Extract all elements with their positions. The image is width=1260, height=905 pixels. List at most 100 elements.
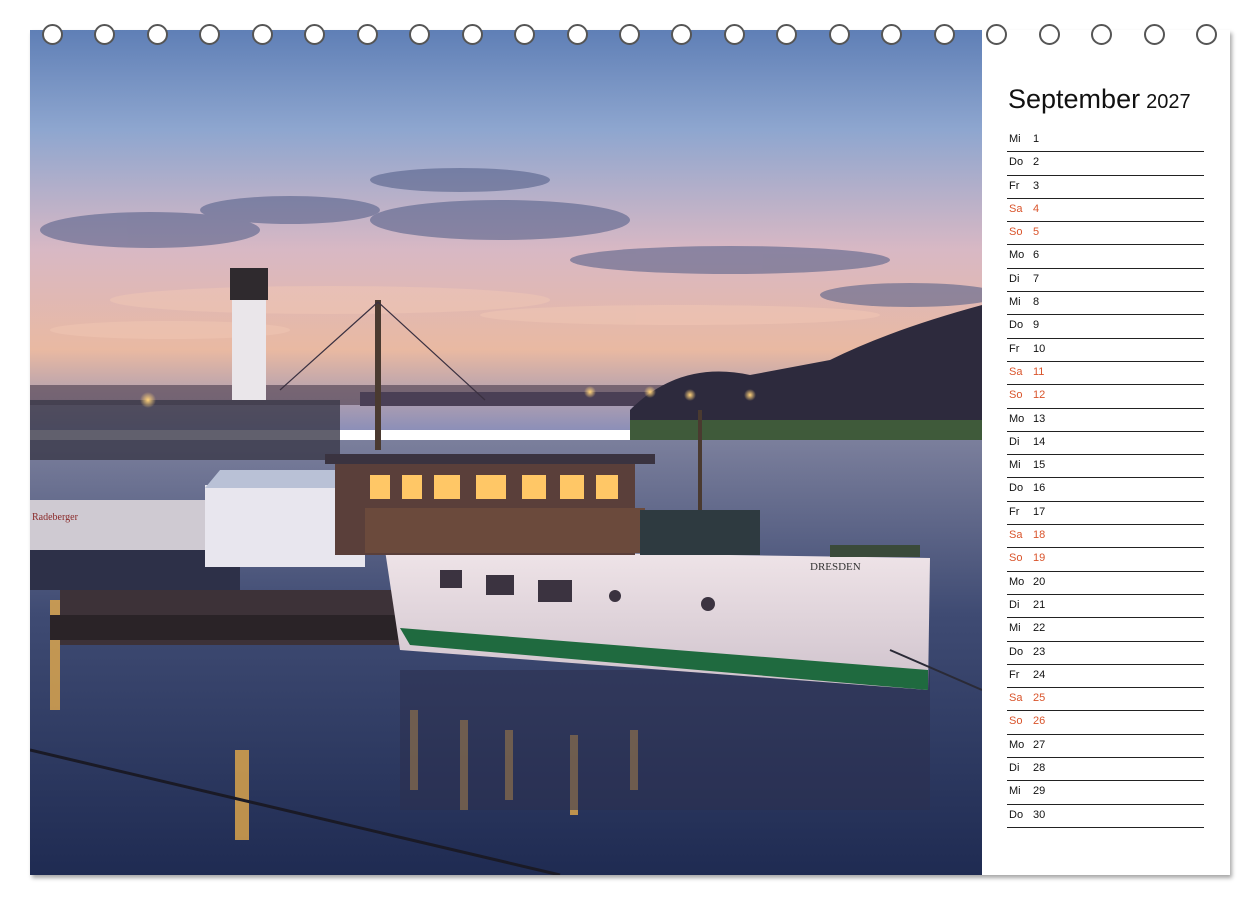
day-row: So 5	[1007, 222, 1204, 246]
binding-ring-icon	[409, 24, 431, 45]
ship-name-text: DRESDEN	[810, 561, 861, 573]
binding-ring-icon	[723, 24, 745, 45]
weekday-label: Do	[1009, 482, 1024, 495]
day-row: So 12	[1007, 385, 1204, 409]
day-row: Mo 13	[1007, 409, 1204, 432]
weekday-label: Do	[1009, 645, 1024, 658]
day-row: Do 30	[1007, 805, 1204, 828]
day-row: Fr 3	[1007, 176, 1204, 199]
binding-ring-icon	[304, 24, 326, 45]
binding-ring-icon	[1196, 24, 1217, 45]
day-number: 7	[1033, 272, 1040, 285]
month-name: September	[1008, 84, 1141, 114]
binding-ring-icon	[514, 24, 536, 45]
weekday-label: Mo	[1009, 249, 1025, 262]
day-number: 6	[1033, 249, 1040, 262]
radeberger-sign-text: Radeberger	[32, 512, 79, 523]
day-number: 20	[1033, 575, 1046, 588]
weekday-label: Mi	[1009, 459, 1021, 472]
day-row: Fr 17	[1007, 502, 1204, 526]
month-title: September 2027	[1008, 84, 1191, 115]
weekday-label: So	[1009, 715, 1023, 728]
day-number: 27	[1033, 738, 1046, 751]
day-row: Mi 8	[1007, 292, 1204, 316]
weekday-label: Fr	[1009, 668, 1020, 681]
day-row: Do 9	[1007, 315, 1204, 339]
day-row: Mi 29	[1007, 781, 1204, 805]
weekday-label: Fr	[1009, 342, 1020, 355]
day-row: Sa 11	[1007, 362, 1204, 386]
day-row: Mo 27	[1007, 735, 1204, 759]
day-number: 3	[1033, 179, 1040, 192]
binding-ring-icon	[776, 24, 798, 45]
day-row: Di 14	[1007, 432, 1204, 456]
binding-ring-icon	[1038, 24, 1060, 45]
day-row: Mi 22	[1007, 618, 1204, 642]
day-number: 16	[1033, 482, 1046, 495]
day-row: Do 23	[1007, 642, 1204, 665]
day-number: 12	[1033, 389, 1046, 402]
binding-ring-icon	[146, 24, 168, 45]
binding-ring-icon	[251, 24, 273, 45]
year-label: 2027	[1146, 91, 1191, 113]
weekday-label: Sa	[1009, 365, 1023, 378]
day-row: Mo 20	[1007, 572, 1204, 595]
day-row: So 19	[1007, 548, 1204, 572]
binding-ring-icon	[881, 24, 903, 45]
binding-ring-icon	[1091, 24, 1113, 45]
day-row: Fr 10	[1007, 339, 1204, 362]
weekday-label: Fr	[1009, 505, 1020, 518]
day-row: Mo 6	[1007, 245, 1204, 269]
weekday-label: Di	[1009, 272, 1020, 285]
day-number: 21	[1033, 598, 1046, 611]
day-number: 25	[1033, 692, 1046, 705]
weekday-label: Sa	[1009, 529, 1023, 542]
day-number: 1	[1033, 133, 1040, 145]
weekday-label: Mi	[1009, 133, 1021, 145]
day-number: 17	[1033, 505, 1046, 518]
day-number: 15	[1033, 459, 1046, 472]
day-number: 13	[1033, 412, 1046, 425]
weekday-label: Di	[1009, 762, 1020, 775]
day-number: 10	[1033, 342, 1046, 355]
day-number: 4	[1033, 202, 1040, 215]
weekday-label: Sa	[1009, 692, 1023, 705]
day-row: Mi 1	[1007, 129, 1204, 153]
weekday-label: Do	[1009, 808, 1024, 821]
day-row: Di 7	[1007, 269, 1204, 293]
binding-ring-icon	[619, 24, 640, 45]
day-row: Sa 18	[1007, 525, 1204, 549]
binding-ring-icon	[671, 24, 693, 45]
binding-ring-icon	[986, 24, 1008, 45]
day-number: 2	[1033, 156, 1040, 169]
weekday-label: Mo	[1009, 412, 1025, 425]
binding-ring-icon	[199, 24, 221, 45]
day-number: 28	[1033, 762, 1046, 775]
binding-ring-icon	[933, 24, 955, 45]
binding-ring-icon	[1143, 24, 1165, 45]
day-row: Sa 4	[1007, 199, 1204, 223]
day-row: Mi 15	[1007, 455, 1204, 479]
day-number: 18	[1033, 529, 1046, 542]
day-row: Do 2	[1007, 152, 1204, 176]
day-number: 14	[1033, 435, 1046, 448]
day-number: 22	[1033, 622, 1046, 635]
day-row: Fr 24	[1007, 665, 1204, 689]
day-number: 11	[1033, 365, 1045, 378]
day-number: 24	[1033, 668, 1046, 681]
day-list: Mi 1 Do 2 Fr 3 Sa 4 So 5 Mo 6 Di 7 Mi 8 Do 9 Fr 10 Sa 11 So 12 M…	[1007, 129, 1204, 828]
paddle-steamer-photo: DRESDEN Radeberger	[30, 30, 982, 875]
binding-rings	[22, 24, 1217, 52]
weekday-label: Sa	[1009, 202, 1023, 215]
weekday-label: Mi	[1009, 785, 1021, 798]
weekday-label: Di	[1009, 598, 1020, 611]
day-number: 30	[1033, 808, 1046, 821]
day-row: So 26	[1007, 711, 1204, 735]
weekday-label: Di	[1009, 435, 1020, 448]
day-number: 19	[1033, 552, 1046, 565]
day-row: Sa 25	[1007, 688, 1204, 712]
binding-ring-icon	[94, 24, 116, 45]
binding-ring-icon	[461, 24, 483, 45]
weekday-label: Mi	[1009, 296, 1021, 309]
binding-ring-icon	[42, 24, 63, 45]
